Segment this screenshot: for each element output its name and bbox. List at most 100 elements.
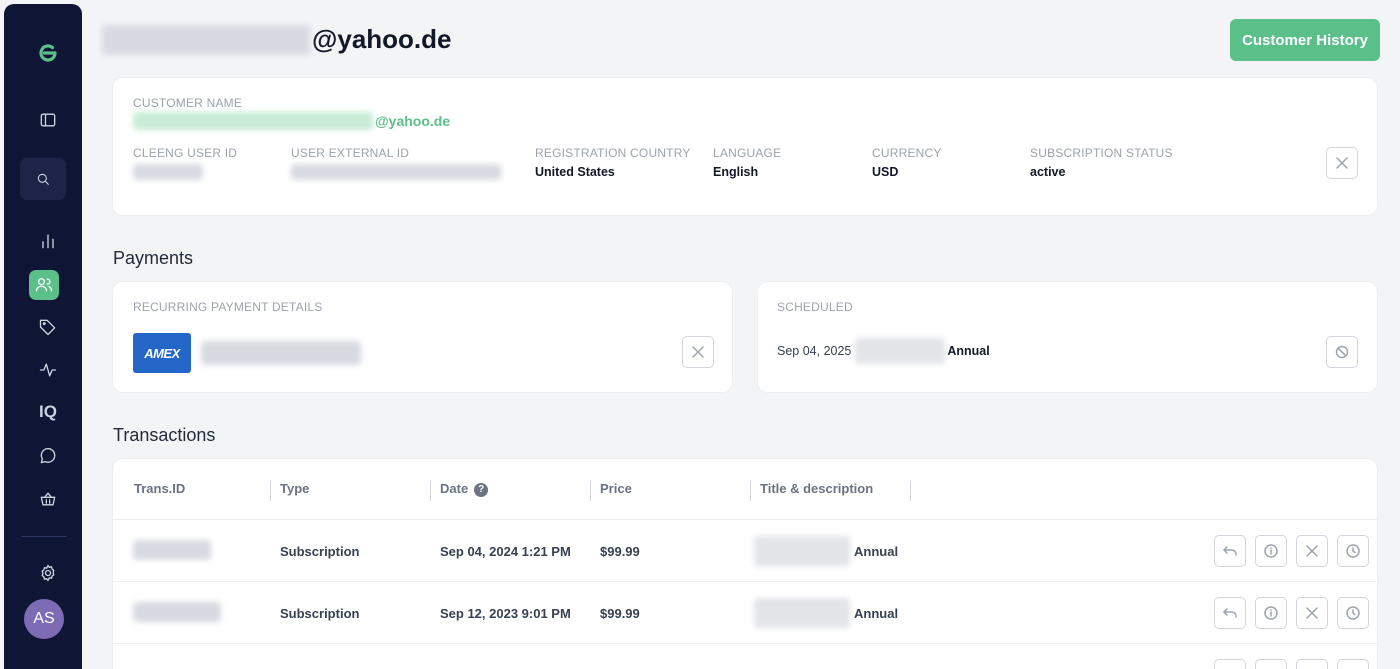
avatar[interactable]: AS bbox=[24, 599, 64, 639]
row-type: Subscription bbox=[280, 606, 360, 621]
column-trans-id[interactable]: Trans.ID bbox=[134, 481, 185, 496]
language-label: LANGUAGE bbox=[713, 146, 782, 160]
cleeng-user-id-label: CLEENG USER ID bbox=[133, 146, 238, 160]
info-button[interactable] bbox=[1255, 535, 1287, 567]
currency-value: USD bbox=[872, 165, 899, 179]
cancel-transaction-button[interactable] bbox=[1296, 535, 1328, 567]
cancel-transaction-button[interactable] bbox=[1296, 597, 1328, 629]
scheduled-label: SCHEDULED bbox=[777, 300, 853, 314]
close-icon bbox=[1336, 157, 1348, 169]
row-plan: Annual bbox=[854, 605, 899, 621]
row-date: Sep 12, 2023 9:01 PM bbox=[440, 606, 571, 621]
payments-title: Payments bbox=[113, 248, 194, 268]
redacted-name bbox=[133, 112, 373, 130]
chat-icon[interactable] bbox=[25, 438, 71, 474]
cleeng-user-id-value bbox=[133, 164, 203, 180]
refund-button[interactable] bbox=[1214, 659, 1246, 669]
amex-logo: AMEX bbox=[133, 333, 191, 373]
registration-country-value: United States bbox=[535, 165, 615, 179]
redacted-plan-name bbox=[855, 338, 946, 364]
tag-icon[interactable] bbox=[25, 309, 71, 345]
iq-icon[interactable]: IQ bbox=[25, 394, 71, 430]
column-date-label: Date bbox=[440, 481, 469, 496]
transactions-title: Transactions bbox=[113, 425, 216, 445]
customer-history-button[interactable]: Customer History bbox=[1230, 19, 1380, 61]
history-button[interactable] bbox=[1337, 659, 1369, 669]
activity-icon[interactable] bbox=[25, 352, 71, 388]
customers-icon[interactable] bbox=[29, 270, 59, 300]
column-separator bbox=[270, 481, 271, 501]
row-plan: Annual bbox=[854, 543, 899, 559]
customer-info-card: CUSTOMER NAME @yahoo.de CLEENG USER ID U… bbox=[113, 78, 1377, 215]
refund-button[interactable] bbox=[1214, 535, 1246, 567]
scheduled-item: Sep 04, 2025 Annual bbox=[777, 338, 990, 364]
row-divider bbox=[113, 643, 1377, 644]
scheduled-date: Sep 04, 2025 bbox=[777, 344, 852, 358]
sidebar-divider bbox=[21, 536, 67, 537]
redacted-email-user bbox=[102, 24, 310, 55]
recurring-payment-card: RECURRING PAYMENT DETAILS AMEX bbox=[113, 282, 732, 392]
registration-country-label: REGISTRATION COUNTRY bbox=[535, 146, 691, 160]
close-icon bbox=[1306, 607, 1318, 619]
sidebar: IQ AS bbox=[4, 4, 82, 669]
subscription-status-value: active bbox=[1030, 165, 1066, 179]
green-e-logo[interactable] bbox=[25, 35, 71, 71]
history-button[interactable] bbox=[1337, 535, 1369, 567]
page-title-domain: @yahoo.de bbox=[312, 24, 452, 54]
clock-icon bbox=[1346, 606, 1360, 620]
undo-icon bbox=[1223, 608, 1237, 618]
row-divider bbox=[113, 519, 1377, 520]
column-type[interactable]: Type bbox=[280, 481, 309, 496]
scheduled-card: SCHEDULED Sep 04, 2025 Annual bbox=[758, 282, 1377, 392]
user-external-id-label: USER EXTERNAL ID bbox=[291, 146, 410, 160]
info-button[interactable] bbox=[1255, 659, 1287, 669]
row-divider bbox=[113, 581, 1377, 582]
column-separator bbox=[750, 481, 751, 501]
column-title-description[interactable]: Title & description bbox=[760, 481, 873, 496]
customer-name-domain: @yahoo.de bbox=[375, 113, 451, 129]
customer-name-label: CUSTOMER NAME bbox=[133, 96, 243, 110]
redacted-title bbox=[754, 536, 850, 566]
scheduled-plan: Annual bbox=[947, 344, 990, 358]
basket-icon[interactable] bbox=[25, 481, 71, 517]
redacted-title bbox=[754, 598, 850, 628]
refund-button[interactable] bbox=[1214, 597, 1246, 629]
search-icon[interactable] bbox=[20, 158, 66, 200]
row-title: Annual bbox=[754, 536, 898, 566]
row-type: Subscription bbox=[280, 544, 360, 559]
column-date[interactable]: Date? bbox=[440, 481, 489, 497]
column-separator bbox=[430, 481, 431, 501]
redacted-trans-id bbox=[133, 602, 221, 622]
info-icon bbox=[1264, 606, 1278, 620]
remove-payment-button[interactable] bbox=[682, 336, 714, 368]
settings-icon[interactable] bbox=[25, 555, 71, 591]
clock-icon bbox=[1346, 544, 1360, 558]
column-separator bbox=[910, 481, 911, 501]
column-separator bbox=[590, 481, 591, 501]
iq-label: IQ bbox=[39, 402, 57, 421]
panel-icon[interactable] bbox=[25, 102, 71, 138]
user-external-id-value bbox=[291, 164, 501, 180]
cancel-transaction-button[interactable] bbox=[1296, 659, 1328, 669]
info-icon bbox=[1264, 544, 1278, 558]
info-button[interactable] bbox=[1255, 597, 1287, 629]
history-button[interactable] bbox=[1337, 597, 1369, 629]
customer-name: @yahoo.de bbox=[133, 112, 450, 130]
recurring-payment-label: RECURRING PAYMENT DETAILS bbox=[133, 300, 323, 314]
cancel-icon bbox=[1335, 345, 1349, 359]
row-price: $99.99 bbox=[600, 544, 640, 559]
redacted-card-details bbox=[201, 341, 361, 365]
cancel-scheduled-button[interactable] bbox=[1326, 336, 1358, 368]
row-date: Sep 04, 2024 1:21 PM bbox=[440, 544, 571, 559]
row-price: $99.99 bbox=[600, 606, 640, 621]
currency-label: CURRENCY bbox=[872, 146, 942, 160]
subscription-status-label: SUBSCRIPTION STATUS bbox=[1030, 146, 1173, 160]
close-customer-button[interactable] bbox=[1326, 147, 1358, 179]
redacted-trans-id bbox=[133, 540, 211, 560]
analytics-icon[interactable] bbox=[25, 223, 71, 259]
transactions-table: Trans.ID Type Date? Price Title & descri… bbox=[113, 459, 1377, 669]
help-icon[interactable]: ? bbox=[474, 482, 489, 497]
language-value: English bbox=[713, 165, 759, 179]
close-icon bbox=[692, 346, 704, 358]
column-price[interactable]: Price bbox=[600, 481, 632, 496]
